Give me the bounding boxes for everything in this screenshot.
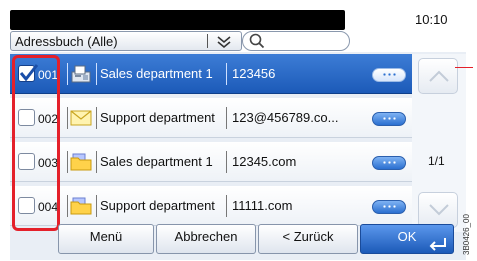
enter-icon [429,238,446,251]
addressbook-selector[interactable]: Adressbuch (Alle) [10,31,242,51]
column-divider [67,151,68,173]
status-bar: 10:10 [0,2,466,32]
column-divider [96,195,97,217]
page-indicator: 1/1 [428,154,445,168]
checkbox-highlight [12,55,60,231]
folder-icon [70,152,92,172]
column-divider [96,151,97,173]
more-icon [382,161,396,164]
chevron-down-icon [216,32,232,53]
page-down-button[interactable] [418,192,458,228]
column-divider [226,63,227,85]
clock: 10:10 [415,12,448,27]
folder-icon [70,196,92,216]
column-divider [67,107,68,129]
destination-name: Support department [100,198,215,213]
column-divider [96,107,97,129]
destination-address: 11111.com [232,198,293,213]
details-button[interactable] [372,112,406,126]
ok-button[interactable]: OK [360,224,454,254]
column-divider [67,195,68,217]
details-button[interactable] [372,68,406,82]
column-divider [226,107,227,129]
more-icon [382,117,396,120]
destination-address: 123@456789.co... [232,110,339,125]
document-id: 3B0426_00 [462,214,471,255]
back-button[interactable]: < Zurück [258,224,358,254]
destination-name: Sales department 1 [100,154,213,169]
more-icon [382,205,396,208]
column-divider [226,151,227,173]
menu-button[interactable]: Menü [58,224,154,254]
chevron-down-icon [429,204,449,216]
list-item[interactable]: 002 Support department 123@456789.co... [10,98,412,138]
list-item[interactable]: 001 Sales department 1 123456 [10,54,412,94]
details-button[interactable] [372,200,406,214]
destination-name: Support department [100,110,215,125]
search-icon [249,33,265,49]
column-divider [226,195,227,217]
address-list: 001 Sales department 1 123456 002 Suppor… [10,54,412,232]
fax-icon [70,64,92,84]
destination-address: 12345.com [232,154,297,169]
list-item[interactable]: 003 Sales department 1 12345.com [10,142,412,182]
ok-label: OK [397,229,417,244]
pager: 1/1 [412,54,466,232]
page-up-button[interactable] [418,58,458,94]
chevron-up-icon [429,70,449,82]
destination-address: 123456 [232,66,276,81]
destination-name: Sales department 1 [100,66,213,81]
message-bar [10,10,345,30]
callout-line [455,67,473,68]
email-icon [70,108,92,128]
selector-divider [207,34,208,48]
details-button[interactable] [372,156,406,170]
more-icon [382,73,396,76]
column-divider [67,63,68,85]
column-divider [96,63,97,85]
cancel-button[interactable]: Abbrechen [156,224,256,254]
search-input[interactable] [242,31,350,51]
addressbook-toolbar: Adressbuch (Alle) [10,30,466,52]
addressbook-selector-label: Adressbuch (Alle) [15,34,118,49]
list-item[interactable]: 004 Support department 11111.com [10,186,412,226]
